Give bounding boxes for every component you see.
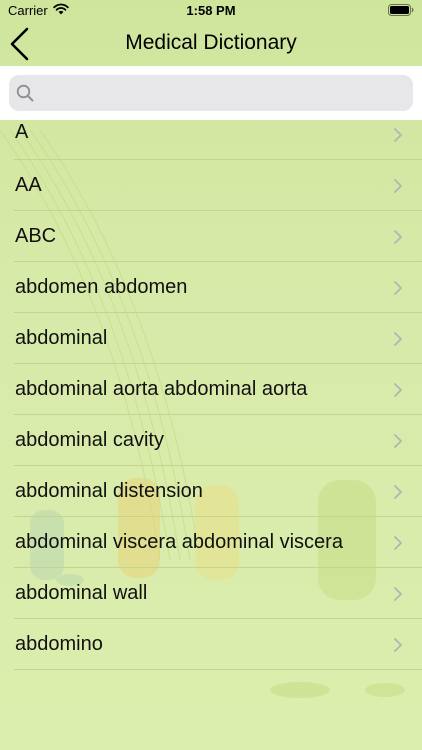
list-item-label: abdomino <box>15 633 103 655</box>
page-title: Medical Dictionary <box>125 31 297 54</box>
list-item-label: abdomen abdomen <box>15 276 188 298</box>
navigation-bar: Medical Dictionary <box>0 22 422 66</box>
list-item[interactable]: abdominal cavity <box>14 415 422 466</box>
list-item-label: ABC <box>15 225 57 247</box>
list-item-label: A <box>15 121 29 143</box>
list-item-label: abdominal distension <box>15 480 203 502</box>
list-item[interactable]: abdomino <box>14 619 422 670</box>
list-item[interactable]: abdominal distension <box>14 466 422 517</box>
list-item-label: abdominal aorta abdominal aorta <box>15 378 308 400</box>
chevron-right-icon <box>394 332 402 346</box>
chevron-right-icon <box>394 179 402 193</box>
chevron-right-icon <box>394 230 402 244</box>
chevron-right-icon <box>394 281 402 295</box>
list-item[interactable]: AA <box>14 160 422 211</box>
list-item[interactable]: abdominal <box>14 313 422 364</box>
chevron-right-icon <box>394 536 402 550</box>
search-icon <box>16 84 34 102</box>
list-item-label: abdominal <box>15 327 108 349</box>
list-item[interactable]: abdominal viscera abdominal viscera <box>14 517 422 568</box>
status-time: 1:58 PM <box>186 3 236 18</box>
chevron-right-icon <box>394 638 402 652</box>
list-item-label: abdominal wall <box>15 582 148 604</box>
chevron-right-icon <box>394 587 402 601</box>
battery-icon <box>388 4 414 19</box>
list-item[interactable]: A <box>14 120 422 160</box>
chevron-right-icon <box>394 383 402 397</box>
list-item[interactable]: abdominal wall <box>14 568 422 619</box>
list-item-label: AA <box>15 174 42 196</box>
list-item[interactable]: abdomen abdomen <box>14 262 422 313</box>
chevron-right-icon <box>394 434 402 448</box>
list-item-label: abdominal cavity <box>15 429 164 451</box>
list-item[interactable]: abdominal aorta abdominal aorta <box>14 364 422 415</box>
chevron-right-icon <box>394 485 402 499</box>
list-item[interactable]: ABC <box>14 211 422 262</box>
term-list: A AA ABC abdomen abdomen abdominal abdominal … <box>0 120 422 670</box>
chevron-right-icon <box>394 128 402 142</box>
search-input[interactable] <box>40 75 404 111</box>
list-item-label: abdominal viscera abdominal viscera <box>15 531 343 553</box>
search-bar <box>0 66 422 120</box>
status-bar: Carrier 1:58 PM <box>0 0 422 22</box>
search-field[interactable] <box>9 75 413 111</box>
